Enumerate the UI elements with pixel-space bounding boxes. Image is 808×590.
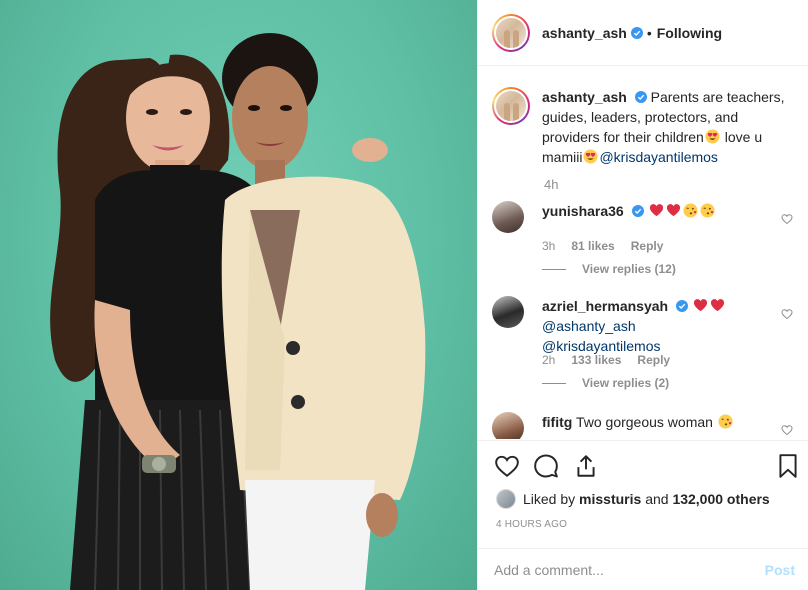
post-timestamp[interactable]: 4 HOURS AGO	[496, 519, 567, 530]
caption: ashanty_ash Parents are teachers, guides…	[492, 87, 792, 167]
caption-avatar[interactable]	[492, 87, 530, 125]
caption-text: ashanty_ash Parents are teachers, guides…	[542, 87, 792, 167]
comment-input[interactable]	[494, 561, 765, 578]
like-comment-heart-icon[interactable]	[781, 308, 793, 320]
view-replies-line	[542, 382, 566, 384]
comment-meta: 3h 81 likes Reply	[542, 239, 679, 253]
save-bookmark-icon[interactable]	[775, 453, 801, 479]
comments-section[interactable]: ashanty_ash Parents are teachers, guides…	[478, 67, 808, 439]
post-header: ashanty_ash • Following	[478, 0, 808, 66]
caption-mention-link[interactable]: @krisdayantilemos	[599, 149, 717, 165]
red-heart-emoji-icon	[710, 299, 724, 312]
view-replies-button[interactable]: View replies (2)	[542, 376, 669, 390]
author-username[interactable]: ashanty_ash	[542, 25, 627, 41]
comment-avatar[interactable]	[492, 201, 524, 233]
verified-badge-icon	[634, 91, 647, 103]
caption-time[interactable]: 4h	[544, 177, 558, 192]
kissing-face-emoji-icon	[682, 203, 698, 218]
view-replies-button[interactable]: View replies (12)	[542, 262, 676, 276]
share-icon[interactable]	[573, 453, 599, 479]
following-button[interactable]: Following	[657, 25, 722, 41]
comment-mentions-link[interactable]: @ashanty_ash @krisdayantilemos	[542, 318, 660, 354]
like-comment-heart-icon[interactable]	[781, 424, 793, 436]
post-actions: Liked by missturis and 132,000 others 4 …	[478, 440, 808, 536]
kissing-face-emoji-icon	[699, 203, 715, 218]
comment-text: yunishara36	[542, 201, 752, 221]
post-photo[interactable]	[0, 0, 477, 590]
comment-avatar[interactable]	[492, 412, 524, 439]
likes-middle: and	[645, 491, 669, 507]
comment-item: azriel_hermansyah @ashanty_ash @krisdaya…	[492, 296, 797, 390]
view-replies-label: View replies (12)	[582, 262, 676, 276]
caption-username[interactable]: ashanty_ash	[542, 89, 627, 105]
red-heart-emoji-icon	[693, 299, 707, 312]
likes-count[interactable]: 132,000 others	[672, 491, 769, 507]
reply-button[interactable]: Reply	[637, 353, 670, 367]
comment-username[interactable]: azriel_hermansyah	[542, 298, 668, 314]
kissing-face-emoji-icon	[718, 414, 733, 429]
comment-username[interactable]: yunishara36	[542, 203, 624, 219]
photo-illustration	[50, 33, 426, 590]
like-heart-icon[interactable]	[494, 453, 520, 479]
liker-avatar[interactable]	[496, 489, 516, 509]
liker-username[interactable]: missturis	[579, 491, 641, 507]
heart-eyes-emoji-icon	[705, 129, 720, 144]
comment-time[interactable]: 3h	[542, 239, 555, 253]
verified-badge-icon	[631, 205, 644, 217]
instagram-post-modal: ashanty_ash • Following ashanty_ash Pare…	[0, 0, 808, 590]
comment-likes[interactable]: 133 likes	[571, 353, 621, 367]
view-replies-line	[542, 268, 566, 270]
add-comment-bar: Post	[478, 548, 808, 590]
likes-prefix: Liked by	[523, 491, 576, 507]
verified-badge-icon	[675, 300, 688, 312]
likes-summary: Liked by missturis and 132,000 others	[496, 489, 770, 509]
verified-badge-icon	[630, 26, 643, 39]
comment-item: fifitg Two gorgeous woman	[492, 412, 797, 439]
comment-item: yunishara36 3h 81 likes Reply View repli…	[492, 201, 797, 276]
red-heart-emoji-icon	[649, 204, 663, 217]
comment-likes[interactable]: 81 likes	[571, 239, 614, 253]
author-avatar[interactable]	[492, 13, 530, 52]
comment-time[interactable]: 2h	[542, 353, 555, 367]
comment-body: Two gorgeous woman	[575, 414, 713, 430]
heart-eyes-emoji-icon	[583, 149, 598, 164]
comment-username[interactable]: fifitg	[542, 414, 572, 430]
comment-text: azriel_hermansyah @ashanty_ash @krisdaya…	[542, 296, 752, 356]
comment-text: fifitg Two gorgeous woman	[542, 412, 752, 432]
comment-meta: 2h 133 likes Reply	[542, 353, 686, 367]
like-comment-heart-icon[interactable]	[781, 213, 793, 225]
header-separator: •	[646, 24, 652, 41]
view-replies-label: View replies (2)	[582, 376, 670, 390]
reply-button[interactable]: Reply	[631, 239, 664, 253]
comment-avatar[interactable]	[492, 296, 524, 328]
comment-bubble-icon[interactable]	[533, 453, 559, 479]
post-side-panel: ashanty_ash • Following ashanty_ash Pare…	[477, 0, 808, 590]
red-heart-emoji-icon	[666, 204, 680, 217]
post-comment-button[interactable]: Post	[765, 562, 795, 578]
